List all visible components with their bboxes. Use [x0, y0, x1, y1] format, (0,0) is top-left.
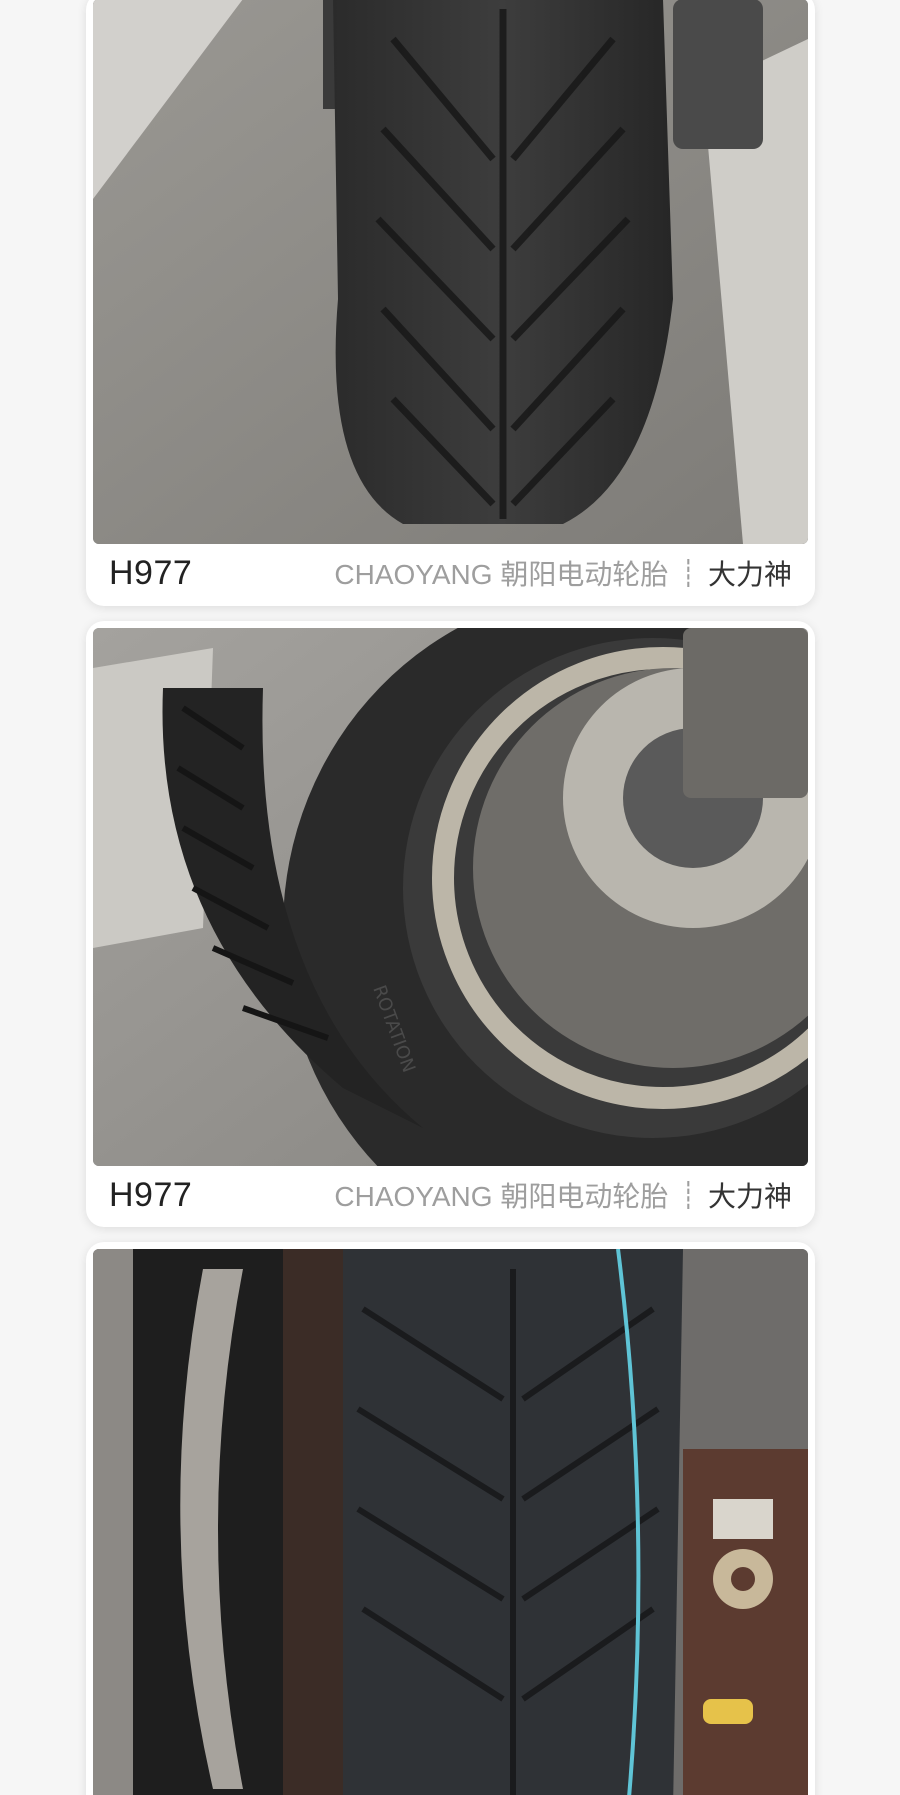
tire-tread-image — [93, 0, 808, 544]
tire-photo[interactable] — [93, 0, 808, 544]
brand-line: CHAOYANG 朝阳电动轮胎 ┊ 大力神 — [334, 1175, 792, 1215]
model-label: H977 — [109, 1175, 193, 1214]
tire-photo[interactable] — [93, 1249, 808, 1795]
series-label: 大力神 — [707, 559, 792, 590]
tire-photo[interactable]: ROTATION — [93, 628, 808, 1166]
tire-sidewall-image: ROTATION — [93, 628, 808, 1166]
new-tire-image — [93, 1249, 808, 1795]
card-caption: H977 CHAOYANG 朝阳电动轮胎 ┊ 大力神 — [93, 1166, 808, 1224]
brand-line: CHAOYANG 朝阳电动轮胎 ┊ 大力神 — [334, 553, 792, 593]
model-label: H977 — [109, 553, 193, 592]
series-label: 大力神 — [707, 1181, 792, 1212]
product-gallery-page: H977 CHAOYANG 朝阳电动轮胎 ┊ 大力神 ROTATION H977… — [0, 0, 900, 1795]
product-card[interactable]: ROTATION H977 CHAOYANG 朝阳电动轮胎 ┊ 大力神 — [86, 621, 815, 1227]
divider: ┊ — [680, 557, 696, 588]
brand-label: CHAOYANG 朝阳电动轮胎 — [334, 1181, 669, 1212]
product-card[interactable]: H977 CHAOYANG 朝阳电动轮胎 ┊ 大力神 — [86, 0, 815, 606]
card-caption: H977 CHAOYANG 朝阳电动轮胎 ┊ 大力神 — [93, 544, 808, 602]
divider: ┊ — [680, 1179, 696, 1210]
product-card[interactable] — [86, 1242, 815, 1795]
brand-label: CHAOYANG 朝阳电动轮胎 — [334, 559, 669, 590]
